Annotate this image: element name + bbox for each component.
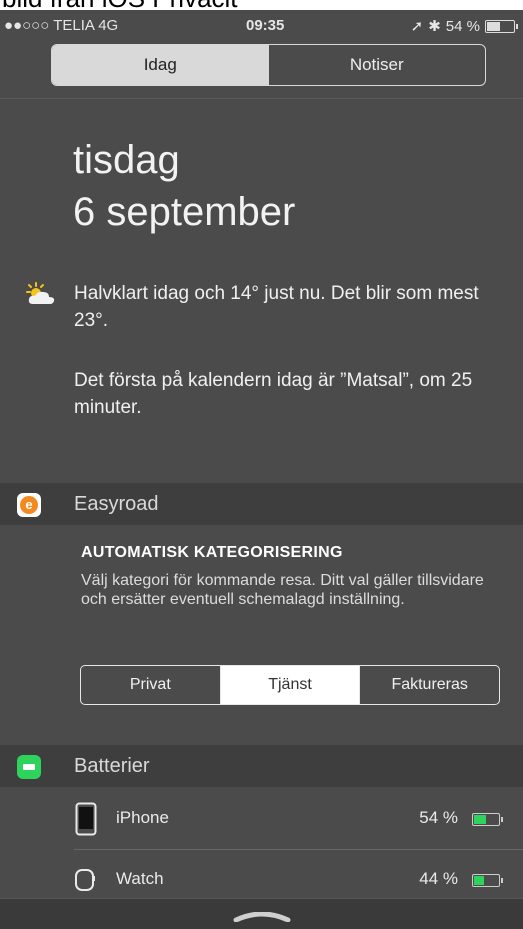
- easyroad-description: Välj kategori för kommande resa. Ditt va…: [81, 572, 484, 608]
- widget-header-batterier[interactable]: Batterier: [0, 745, 523, 787]
- calendar-summary: Det första på kalendern idag är ”Matsal”…: [74, 370, 473, 418]
- battery-widget-icon: [17, 755, 41, 779]
- iphone-icon: [75, 802, 97, 836]
- widget-title: Easyroad: [74, 493, 159, 515]
- option-faktureras[interactable]: Faktureras: [359, 666, 499, 704]
- date-weekday: tisdag: [73, 138, 180, 182]
- battery-level-icon: [472, 813, 503, 826]
- widget-header-easyroad[interactable]: e Easyroad: [0, 483, 523, 525]
- battery-icon: [485, 19, 518, 33]
- battery-row-iphone: iPhone 54 %: [0, 793, 523, 845]
- device-percent: 44 %: [419, 869, 458, 888]
- battery-percent: 54 %: [445, 17, 480, 35]
- option-tjanst[interactable]: Tjänst: [219, 666, 360, 704]
- date-day: 6 september: [73, 190, 296, 234]
- watch-icon: [75, 869, 95, 891]
- battery-level-icon: [472, 874, 503, 887]
- divider: [0, 98, 523, 99]
- view-tabs: Idag Notiser: [51, 44, 486, 86]
- easyroad-app-icon: e: [17, 493, 41, 517]
- location-arrow-icon: ➚: [410, 18, 424, 35]
- image-caption: bild från iOS Privacit: [0, 0, 523, 10]
- status-right: ➚ ✱ 54 %: [410, 17, 518, 35]
- weather-summary: Halvklart idag och 14° just nu. Det blir…: [74, 283, 479, 331]
- partly-cloudy-icon: [26, 282, 55, 304]
- device-name: iPhone: [116, 808, 169, 827]
- tab-idag[interactable]: Idag: [52, 45, 269, 85]
- easyroad-heading: AUTOMATISK KATEGORISERING: [81, 544, 343, 561]
- device-name: Watch: [116, 869, 164, 888]
- status-time: 09:35: [246, 17, 285, 34]
- category-selector: Privat Tjänst Faktureras: [80, 665, 500, 705]
- status-bar: ●●○○○ TELIA 4G 09:35 ➚ ✱ 54 %: [0, 14, 523, 36]
- divider: [74, 849, 523, 850]
- bluetooth-icon: ✱: [428, 18, 441, 35]
- device-percent: 54 %: [419, 808, 458, 827]
- tab-notiser[interactable]: Notiser: [269, 45, 486, 85]
- carrier-signal: ●●○○○ TELIA 4G: [4, 17, 119, 34]
- widget-title: Batterier: [74, 755, 150, 777]
- option-privat[interactable]: Privat: [81, 666, 220, 704]
- grabber-handle-icon[interactable]: [232, 912, 292, 922]
